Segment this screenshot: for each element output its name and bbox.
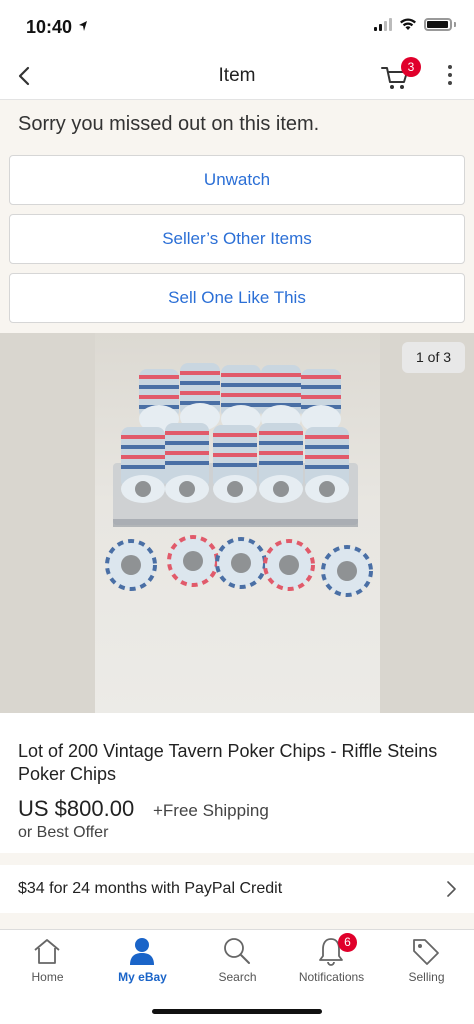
image-gallery[interactable]: 1 of 3 [0,333,474,713]
photo-counter: 1 of 3 [402,342,465,373]
tab-home[interactable]: Home [0,930,95,992]
tab-label: Home [31,970,64,984]
search-icon [224,938,250,964]
item-price: US $800.00 [18,796,135,821]
tab-label: My eBay [118,970,167,984]
tab-label: Search [218,970,257,984]
home-indicator [152,1009,322,1014]
tab-notifications[interactable]: 6 Notifications [284,930,379,992]
battery-icon [424,18,452,31]
tab-label: Selling [408,970,445,984]
tab-selling[interactable]: Selling [379,930,474,992]
cart-count-badge: 3 [401,57,421,77]
paypal-credit-text: $34 for 24 months with PayPal Credit [18,880,283,897]
wifi-icon [400,18,416,30]
paypal-credit-row[interactable]: $34 for 24 months with PayPal Credit [0,865,474,913]
notifications-badge: 6 [338,933,357,952]
sellers-other-items-button[interactable]: Seller’s Other Items [9,214,465,264]
person-icon [130,938,154,965]
status-time: 10:40 [26,17,73,37]
tab-my-ebay[interactable]: My eBay [95,930,190,992]
more-options-icon[interactable] [444,65,456,89]
unwatch-button[interactable]: Unwatch [9,155,465,205]
shipping-info: +Free Shipping [153,801,269,820]
tab-search[interactable]: Search [190,930,285,992]
cellular-signal-icon [374,18,392,31]
item-title: Lot of 200 Vintage Tavern Poker Chips - … [18,741,438,784]
item-photo[interactable] [95,333,380,713]
item-info: Lot of 200 Vintage Tavern Poker Chips - … [0,713,474,853]
tab-label: Notifications [298,970,365,984]
home-icon [34,939,60,964]
chevron-right-icon [447,881,456,897]
battery-tip [454,22,456,27]
missed-out-message: Sorry you missed out on this item. [18,113,320,135]
poker-chips-image [105,363,373,597]
best-offer-label: or Best Offer [18,824,109,841]
tag-icon [413,939,439,965]
status-indicators [374,18,456,31]
sell-one-like-this-button[interactable]: Sell One Like This [9,273,465,323]
location-arrow-icon [79,21,87,31]
status-bar: 10:40 [0,0,474,52]
